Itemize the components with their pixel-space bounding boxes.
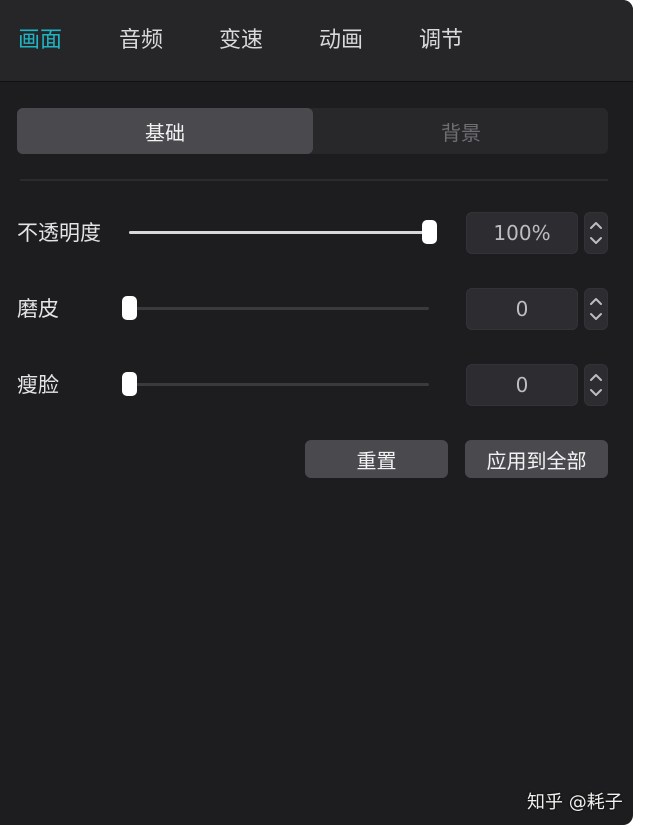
stepper-arrows-icon xyxy=(590,298,602,320)
tab-audio[interactable]: 音频 xyxy=(119,24,163,58)
properties-panel: 画面 音频 变速 动画 调节 基础 背景 不透明度 100% 磨皮 0 瘦脸 0… xyxy=(0,0,633,825)
tab-speed[interactable]: 变速 xyxy=(219,24,263,58)
watermark: 知乎 @耗子 xyxy=(527,792,623,813)
tab-animation[interactable]: 动画 xyxy=(319,24,363,58)
face-slim-label: 瘦脸 xyxy=(17,373,59,397)
opacity-label: 不透明度 xyxy=(17,221,101,245)
segment-background[interactable]: 背景 xyxy=(313,108,609,154)
opacity-slider-fill xyxy=(129,231,429,234)
stepper-arrows-icon xyxy=(590,374,602,396)
opacity-slider[interactable] xyxy=(129,220,437,244)
face-slim-slider-thumb[interactable] xyxy=(122,372,137,396)
tab-bar: 画面 音频 变速 动画 调节 xyxy=(0,0,633,82)
smoothing-stepper[interactable] xyxy=(584,288,608,330)
apply-to-all-button[interactable]: 应用到全部 xyxy=(465,440,608,478)
tab-picture[interactable]: 画面 xyxy=(18,24,62,58)
opacity-value-field[interactable]: 100% xyxy=(466,212,578,254)
face-slim-stepper[interactable] xyxy=(584,364,608,406)
tab-adjust[interactable]: 调节 xyxy=(419,24,463,58)
smoothing-slider-thumb[interactable] xyxy=(122,296,137,320)
stepper-arrows-icon xyxy=(590,222,602,244)
opacity-slider-thumb[interactable] xyxy=(422,220,437,244)
segment-basic[interactable]: 基础 xyxy=(17,108,313,154)
smoothing-value-field[interactable]: 0 xyxy=(466,288,578,330)
face-slim-value-field[interactable]: 0 xyxy=(466,364,578,406)
smoothing-label: 磨皮 xyxy=(17,297,59,321)
reset-button[interactable]: 重置 xyxy=(305,440,448,478)
smoothing-slider[interactable] xyxy=(122,296,429,320)
segment-control: 基础 背景 xyxy=(17,108,608,154)
opacity-stepper[interactable] xyxy=(584,212,608,254)
divider xyxy=(20,179,608,181)
face-slim-slider[interactable] xyxy=(122,372,429,396)
